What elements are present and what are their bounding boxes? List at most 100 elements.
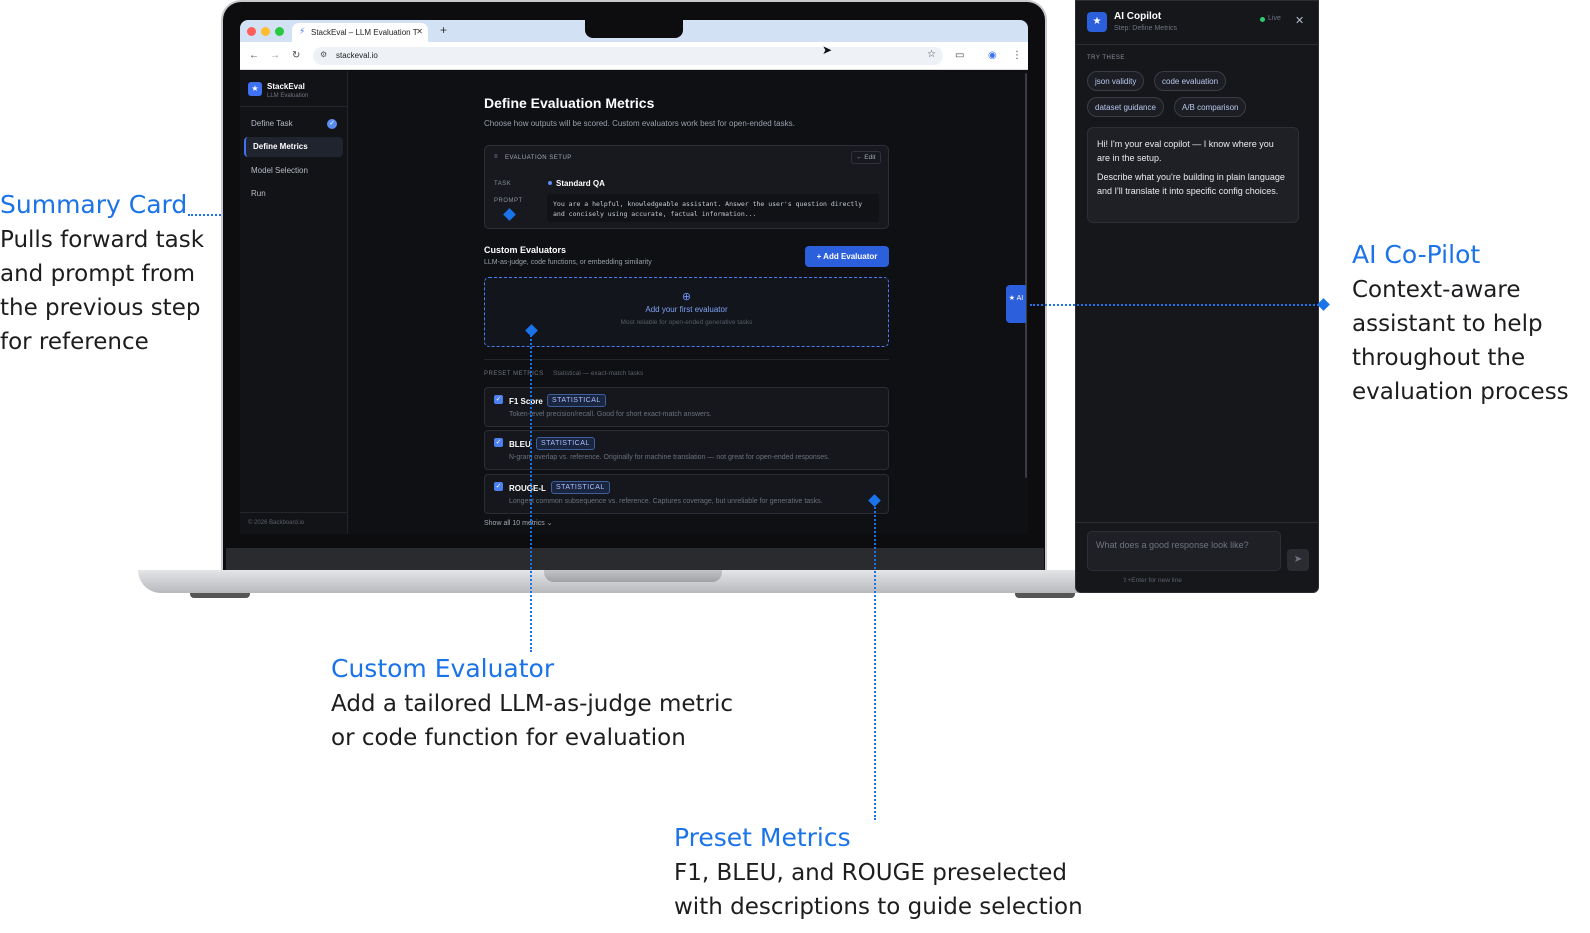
- footer-copyright: © 2026 Backboard.io: [248, 520, 305, 526]
- reload-icon[interactable]: ↻: [292, 50, 300, 61]
- camera-notch: [585, 18, 683, 38]
- preset-metrics-sublabel: Statistical — exact-match tasks: [553, 370, 644, 377]
- sidebar-item-define-metrics[interactable]: Define Metrics: [244, 137, 343, 157]
- stackeval-app: ★ StackEval LLM Evaluation Define Task ✓…: [240, 71, 1028, 534]
- metric-badge: STATISTICAL: [551, 481, 610, 494]
- annotation-line: the previous step: [0, 295, 201, 321]
- close-icon[interactable]: ✕: [1295, 14, 1304, 27]
- close-tab-icon[interactable]: ✕: [416, 27, 423, 36]
- checkbox-checked-icon[interactable]: ✓: [494, 395, 503, 404]
- suggestion-chip[interactable]: A/B comparison: [1174, 97, 1247, 117]
- metric-row-bleu[interactable]: ✓ BLEU STATISTICAL N-gram overlap vs. re…: [484, 430, 889, 470]
- input-hint: ⇧+Enter for new line: [1122, 577, 1182, 584]
- laptop-hinge-groove: [544, 570, 722, 582]
- sidebar-item-run[interactable]: Run: [244, 184, 343, 204]
- divider: [240, 106, 348, 107]
- annotation-title: Preset Metrics: [674, 823, 851, 852]
- custom-evaluators-title: Custom Evaluators: [484, 245, 567, 255]
- annotation-line: Pulls forward task: [0, 227, 205, 253]
- annotation-body: Pulls forward task and prompt from the p…: [0, 223, 204, 359]
- checkbox-checked-icon[interactable]: ✓: [494, 438, 503, 447]
- annotation-line: throughout the: [1352, 345, 1526, 371]
- annotation-title: Custom Evaluator: [331, 654, 555, 683]
- bookmark-star-icon[interactable]: ☆: [927, 49, 936, 60]
- edit-button[interactable]: ← Edit: [851, 151, 881, 164]
- annotation-body: Context-aware assistant to help througho…: [1352, 273, 1569, 409]
- annotation-line: with descriptions to guide selection: [674, 894, 1083, 920]
- live-status-label: Live: [1268, 15, 1281, 22]
- connector-marker: [1317, 298, 1330, 311]
- cast-icon[interactable]: ▭: [955, 50, 964, 61]
- add-evaluator-dropzone[interactable]: ⊕ Add your first evaluator Most reliable…: [484, 277, 889, 347]
- sidebar-item-label: Model Selection: [251, 166, 308, 175]
- task-dot: [548, 181, 552, 185]
- minimize-window-icon[interactable]: [261, 27, 270, 36]
- back-icon[interactable]: ←: [249, 50, 259, 61]
- empty-state-title: Add your first evaluator: [645, 305, 728, 314]
- close-window-icon[interactable]: [247, 27, 256, 36]
- sidebar-item-define-task[interactable]: Define Task ✓: [244, 114, 343, 134]
- add-evaluator-button[interactable]: + Add Evaluator: [805, 246, 889, 267]
- maximize-window-icon[interactable]: [275, 27, 284, 36]
- new-tab-icon[interactable]: +: [440, 23, 447, 37]
- checkbox-checked-icon[interactable]: ✓: [494, 482, 503, 491]
- annotation-line: Add a tailored LLM-as-judge metric: [331, 691, 734, 717]
- site-settings-icon[interactable]: ⚙: [320, 50, 327, 59]
- screen-bezel-bottom: [226, 548, 1044, 570]
- browser-menu-icon[interactable]: ⋮: [1012, 50, 1022, 61]
- assistant-message: Hi! I'm your eval copilot — I know where…: [1087, 127, 1299, 223]
- suggestion-chip[interactable]: dataset guidance: [1087, 97, 1164, 117]
- suggestion-chip[interactable]: code evaluation: [1154, 71, 1227, 91]
- copilot-message-input[interactable]: What does a good response look like?: [1087, 531, 1281, 571]
- annotation-line: Context-aware: [1352, 277, 1521, 303]
- connector-line: [1030, 304, 1322, 306]
- message-paragraph: Hi! I'm your eval copilot — I know where…: [1097, 139, 1274, 163]
- send-icon[interactable]: ➤: [1287, 549, 1309, 571]
- preset-metrics-label: PRESET METRICS: [484, 371, 544, 377]
- task-value: Standard QA: [556, 179, 605, 188]
- message-paragraph: Describe what you're building in plain l…: [1097, 172, 1285, 196]
- check-icon: ✓: [327, 119, 337, 129]
- metric-description: Longest common subsequence vs. reference…: [509, 498, 823, 505]
- ai-copilot-toggle[interactable]: ★ AI: [1006, 285, 1026, 323]
- copilot-step: Step: Define Metrics: [1114, 25, 1178, 32]
- divider: [240, 512, 348, 513]
- divider: [1076, 44, 1318, 45]
- metric-name: F1 Score: [509, 397, 543, 406]
- profile-icon[interactable]: ◉: [988, 50, 997, 61]
- annotation-title: AI Co-Pilot: [1352, 240, 1481, 269]
- suggestion-chip[interactable]: json validity: [1087, 71, 1145, 91]
- metric-row-rouge-l[interactable]: ✓ ROUGE-L STATISTICAL Longest common sub…: [484, 474, 889, 514]
- metric-row-f1[interactable]: ✓ F1 Score STATISTICAL Token-level preci…: [484, 387, 889, 427]
- try-these-label: TRY THESE: [1087, 55, 1125, 61]
- annotation-body: Add a tailored LLM-as-judge metric or co…: [331, 687, 733, 755]
- scrollbar[interactable]: [1025, 73, 1027, 478]
- app-name: StackEval: [267, 82, 305, 91]
- metric-description: N-gram overlap vs. reference. Originally…: [509, 454, 830, 461]
- metric-badge: STATISTICAL: [547, 394, 606, 407]
- metric-name: BLEU: [509, 440, 531, 449]
- browser-window: ⚡ StackEval – LLM Evaluation T ✕ + ← → ↻…: [240, 20, 1028, 534]
- connector-line: [874, 504, 876, 820]
- divider: [1076, 522, 1318, 523]
- ai-copilot-panel: ★ AI Copilot Step: Define Metrics Live ✕…: [1075, 0, 1319, 593]
- mouse-cursor-icon: ➤: [822, 43, 833, 57]
- annotation-line: and prompt from: [0, 261, 196, 287]
- task-label: TASK: [494, 181, 512, 187]
- forward-icon[interactable]: →: [270, 50, 280, 61]
- annotation-body: F1, BLEU, and ROUGE preselected with des…: [674, 856, 1083, 924]
- connector-line: [530, 332, 532, 652]
- laptop-foot: [190, 593, 250, 598]
- page-subtitle: Choose how outputs will be scored. Custo…: [484, 119, 795, 128]
- sidebar-item-label: Define Metrics: [253, 142, 308, 151]
- annotation-line: evaluation process: [1352, 379, 1569, 405]
- show-all-metrics-link[interactable]: Show all 10 metrics ⌄: [484, 519, 553, 527]
- copilot-title: AI Copilot: [1114, 11, 1162, 22]
- sidebar-item-model-selection[interactable]: Model Selection: [244, 161, 343, 181]
- app-subtitle: LLM Evaluation: [267, 93, 309, 99]
- sidebar: ★ StackEval LLM Evaluation Define Task ✓…: [240, 71, 348, 534]
- annotation-line: or code function for evaluation: [331, 725, 686, 751]
- browser-tab[interactable]: ⚡ StackEval – LLM Evaluation T ✕: [292, 23, 428, 42]
- page-title: Define Evaluation Metrics: [484, 95, 655, 111]
- url-field[interactable]: ⚙ stackeval.io ☆: [313, 47, 943, 65]
